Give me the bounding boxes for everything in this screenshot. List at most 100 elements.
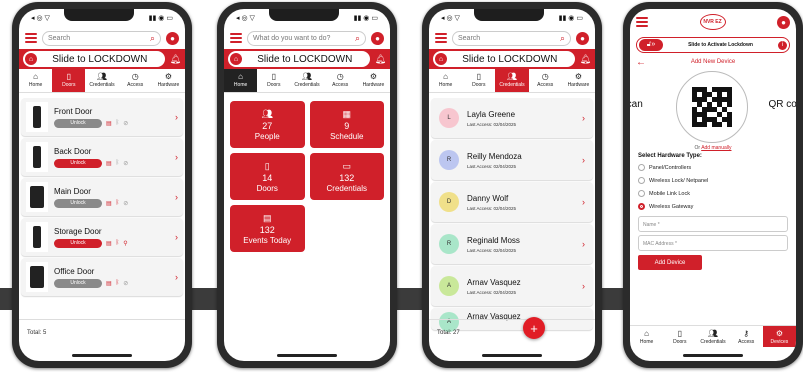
radio-option[interactable]: Panel/Controllers — [630, 161, 796, 174]
tab-home[interactable]: ⌂ Home — [429, 69, 462, 92]
tab-doors[interactable]: ▯ Doors — [663, 326, 696, 347]
unlock-button[interactable]: Unlock — [54, 278, 102, 288]
tab-label: Home — [233, 82, 248, 88]
menu-icon[interactable] — [435, 33, 447, 43]
tile-doors[interactable]: ▯ 14 Doors — [230, 153, 305, 200]
tile-label: Schedule — [330, 131, 364, 141]
chevron-right-icon[interactable]: › — [175, 112, 178, 122]
tab-doors[interactable]: ▯ Doors — [462, 69, 495, 92]
unlock-button[interactable]: Unlock — [54, 198, 102, 208]
tab-doors[interactable]: ▯ Doors — [257, 69, 290, 92]
chevron-right-icon[interactable]: › — [582, 239, 585, 249]
chevron-right-icon[interactable]: › — [582, 155, 585, 165]
tab-credentials[interactable]: 👥︎ Credentials — [696, 326, 729, 347]
tab-hardware[interactable]: ⚙ Hardware — [357, 69, 390, 92]
log-icon[interactable]: ▤ — [106, 160, 112, 167]
profile-icon[interactable]: ● — [166, 31, 179, 45]
tab-credentials[interactable]: 👥︎ Credentials — [495, 69, 529, 92]
profile-icon[interactable]: ● — [777, 15, 790, 29]
chevron-right-icon[interactable]: › — [582, 113, 585, 123]
menu-icon[interactable] — [230, 33, 242, 43]
home-icon: ⌂ — [644, 328, 650, 338]
event-log-icon: ▤ — [262, 212, 272, 223]
unlock-button[interactable]: Unlock — [54, 118, 102, 128]
name-field[interactable]: Name * — [638, 216, 788, 232]
chevron-right-icon[interactable]: › — [175, 272, 178, 282]
list-item[interactable]: R Reginald Moss Last Access: 02/04/2025 › — [431, 224, 593, 264]
profile-icon[interactable]: ● — [371, 31, 384, 45]
log-icon[interactable]: ▤ — [106, 280, 112, 287]
list-item[interactable]: A Arnav Vasquez Last Access: 02/04/2025 › — [431, 266, 593, 306]
chevron-right-icon[interactable]: › — [582, 197, 585, 207]
bell-icon[interactable]: 🔔︎ — [170, 54, 181, 65]
qr-scanner[interactable] — [676, 71, 748, 143]
chevron-right-icon[interactable]: › — [582, 281, 585, 291]
list-item[interactable]: Front Door Unlock ▤ ᛒ ⊘ › — [21, 98, 183, 136]
page-title: Add New Device — [690, 59, 736, 65]
tab-home[interactable]: ⌂ Home — [19, 69, 52, 92]
home-icon: ⌂ — [25, 53, 37, 65]
hardware-icon: ⚙ — [775, 328, 783, 338]
menu-icon[interactable] — [25, 33, 37, 43]
radio-option[interactable]: Wireless Gateway — [630, 200, 796, 213]
profile-icon[interactable]: ● — [576, 31, 589, 45]
lockdown-slider[interactable]: ⌂ Slide to LOCKDOWN — [23, 51, 165, 67]
info-icon[interactable]: i — [778, 40, 787, 50]
add-credential-button[interactable]: + — [523, 317, 545, 339]
tile-schedule[interactable]: ▦ 9 Schedule — [309, 101, 384, 148]
tab-home[interactable]: ⌂ Home — [630, 326, 663, 347]
tab-hardware[interactable]: ⚙ Hardware — [152, 69, 185, 92]
search-icon[interactable]: ⌕ — [355, 33, 360, 44]
lockdown-slider[interactable]: 🔓︎» Slide to Activate Lockdown i — [636, 37, 790, 53]
tile-people[interactable]: 👥︎ 27 People — [230, 101, 305, 148]
list-item[interactable]: L Layla Greene Last Access: 02/04/2025 › — [431, 98, 593, 138]
tab-access[interactable]: ◷ Access — [324, 69, 357, 92]
door-name: Front Door — [54, 106, 93, 116]
radio-option[interactable]: Mobile Link Lock — [630, 187, 796, 200]
list-item[interactable]: R Reilly Mendoza Last Access: 02/04/2025 › — [431, 140, 593, 180]
tab-credentials[interactable]: 👥︎ Credentials — [290, 69, 323, 92]
phone-credentials: ◂ ◎ ▽ ▮▮ ◉ ▭ Search ⌕ ● ⌂ Slide to LOCKD… — [422, 2, 602, 368]
tab-home[interactable]: ⌂ Home — [224, 69, 258, 92]
add-manually-link[interactable]: Add manually — [701, 145, 731, 151]
lockdown-slider[interactable]: ⌂ Slide to LOCKDOWN — [228, 51, 370, 67]
tab-devices[interactable]: ⚙ Devices — [762, 326, 796, 347]
search-icon[interactable]: ⌕ — [560, 33, 565, 44]
log-icon[interactable]: ▤ — [106, 120, 112, 127]
tab-access[interactable]: ⚷ Access — [730, 326, 763, 347]
list-item[interactable]: Office Door Unlock ▤ ᛒ ⊘ › — [21, 258, 183, 296]
tab-access[interactable]: ◷ Access — [529, 69, 562, 92]
chevron-right-icon[interactable]: › — [175, 192, 178, 202]
unlock-button[interactable]: Unlock — [54, 238, 102, 248]
tab-access[interactable]: ◷ Access — [119, 69, 152, 92]
lockdown-slider[interactable]: ⌂ Slide to LOCKDOWN — [433, 51, 575, 67]
radio-option[interactable]: Wireless Lock/ Netpanel — [630, 174, 796, 187]
list-item[interactable]: D Danny Wolf Last Access: 02/04/2025 › — [431, 182, 593, 222]
unlock-button[interactable]: Unlock — [54, 158, 102, 168]
mac-address-field[interactable]: MAC Address * — [638, 235, 788, 251]
chevron-right-icon[interactable]: › — [175, 152, 178, 162]
tile-credentials[interactable]: ▭ 132 Credentials — [309, 153, 384, 200]
menu-icon[interactable] — [636, 17, 648, 27]
avatar: A — [439, 276, 459, 296]
list-item[interactable]: Back Door Unlock ▤ ᛒ ⊘ › — [21, 138, 183, 176]
log-icon[interactable]: ▤ — [106, 240, 112, 247]
tab-label: Devices — [770, 338, 789, 345]
bell-icon[interactable]: 🔔︎ — [375, 54, 386, 65]
tab-credentials[interactable]: 👥︎ Credentials — [85, 69, 118, 92]
tile-events[interactable]: ▤ 132 Events Today — [230, 205, 305, 252]
log-icon[interactable]: ▤ — [106, 200, 112, 207]
tab-hardware[interactable]: ⚙ Hardware — [562, 69, 595, 92]
search-input[interactable]: Search ⌕ — [42, 30, 161, 46]
chevron-right-icon[interactable]: › — [175, 232, 178, 242]
add-device-button[interactable]: Add Device — [638, 255, 702, 270]
hardware-icon: ⚙ — [369, 72, 377, 81]
search-input[interactable]: What do you want to do? ⌕ — [247, 30, 366, 46]
search-input[interactable]: Search ⌕ — [452, 30, 571, 46]
list-item[interactable]: Storage Door Unlock ▤ ᛒ ⚲ › — [21, 218, 183, 256]
list-item[interactable]: Main Door Unlock ▤ ᛒ ⊘ › — [21, 178, 183, 216]
bell-icon[interactable]: 🔔︎ — [580, 54, 591, 65]
tab-doors[interactable]: ▯ Doors — [52, 69, 86, 92]
search-icon[interactable]: ⌕ — [150, 33, 155, 44]
screen-home: ◂ ◎ ▽ ▮▮ ◉ ▭ What do you want to do? ⌕ ●… — [224, 9, 390, 361]
